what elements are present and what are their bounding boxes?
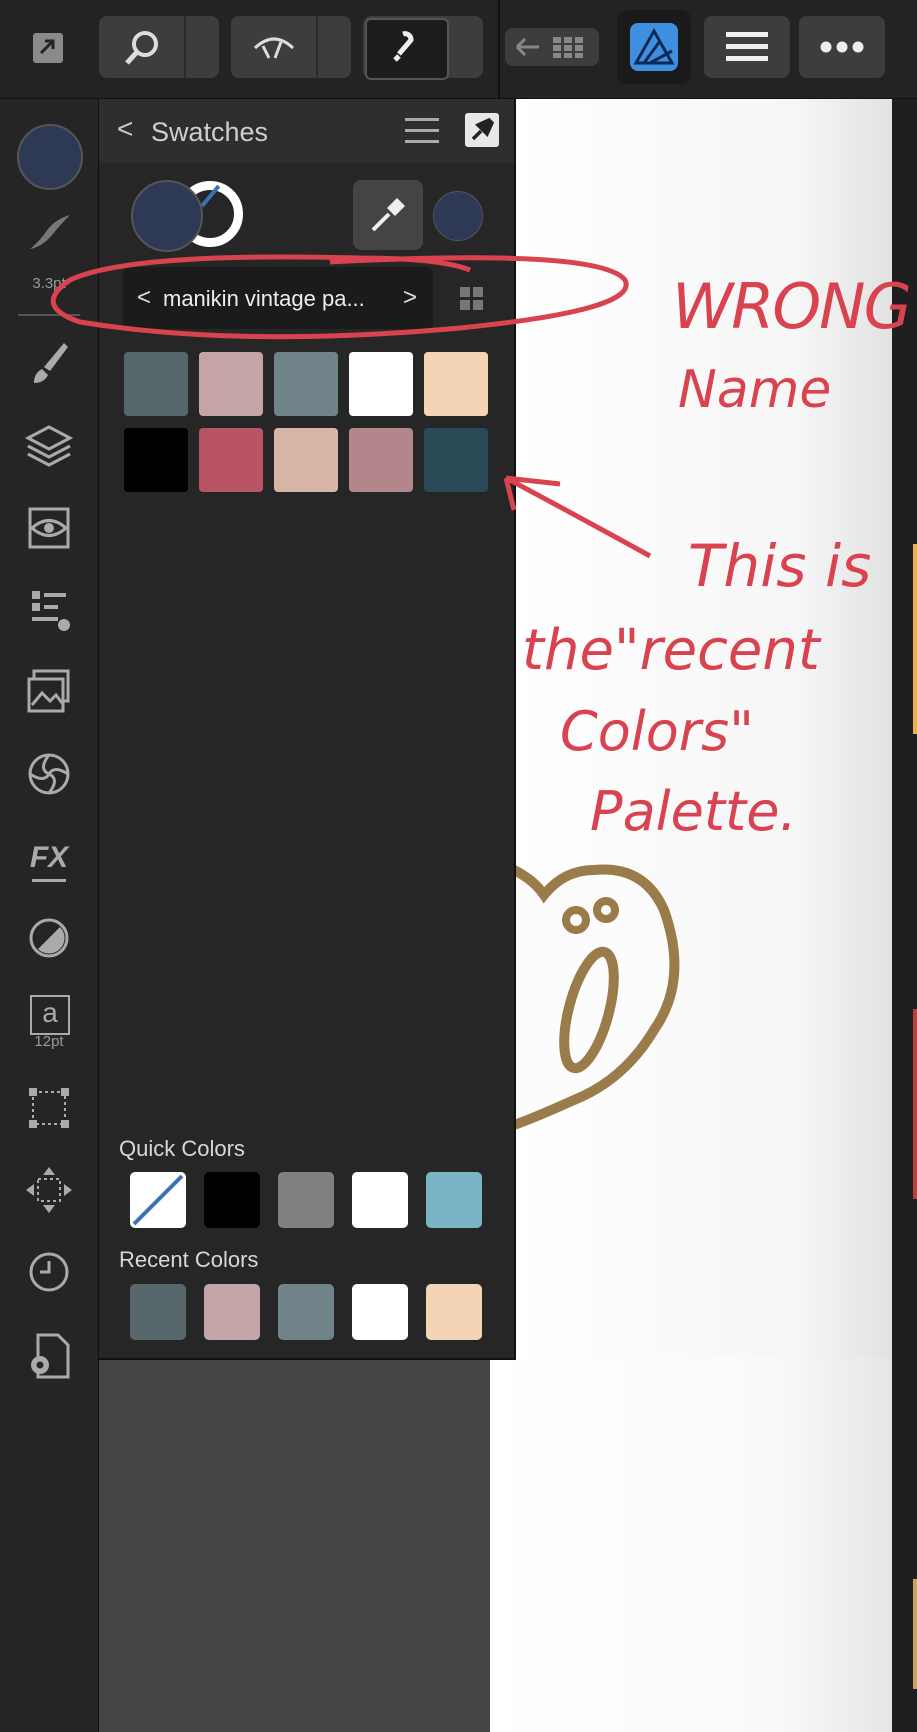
- zoom-button[interactable]: [99, 16, 219, 78]
- picked-color-preview: [433, 191, 483, 241]
- image-gallery-icon[interactable]: [24, 667, 74, 717]
- quick-color-swatch[interactable]: [352, 1172, 408, 1228]
- annotation-line-2: the"recent: [522, 618, 820, 683]
- move-icon[interactable]: [24, 1165, 74, 1215]
- quick-color-swatch[interactable]: [426, 1172, 482, 1228]
- palette-swatch[interactable]: [199, 428, 263, 492]
- affinity-app-icon: [630, 23, 678, 71]
- sketch-drawing: [514, 864, 680, 1130]
- view-mode-button[interactable]: [231, 16, 351, 78]
- right-edge-strip: [892, 99, 917, 1732]
- pin-icon: [471, 117, 495, 141]
- quick-color-swatch[interactable]: [204, 1172, 260, 1228]
- palette-swatch[interactable]: [424, 352, 488, 416]
- panel-menu-icon[interactable]: [405, 118, 439, 144]
- palette-swatch[interactable]: [199, 352, 263, 416]
- annotation-line-3: Colors": [560, 700, 754, 763]
- hamburger-menu-icon: [726, 32, 768, 61]
- document-settings-icon[interactable]: [24, 1331, 74, 1381]
- snapping-button[interactable]: [363, 16, 483, 80]
- annotation-wrong: WRONG: [672, 270, 912, 343]
- current-color-well[interactable]: [17, 124, 83, 190]
- fx-icon[interactable]: FX: [24, 839, 74, 889]
- back-button[interactable]: <: [117, 113, 133, 145]
- recent-color-swatch[interactable]: [204, 1284, 260, 1340]
- more-button[interactable]: [799, 16, 885, 78]
- recent-color-swatch[interactable]: [352, 1284, 408, 1340]
- palette-swatch[interactable]: [349, 352, 413, 416]
- view-mode-icon: [253, 37, 295, 59]
- hamburger-menu-button[interactable]: [704, 16, 790, 78]
- recent-color-swatch[interactable]: [130, 1284, 186, 1340]
- aperture-icon[interactable]: [24, 749, 74, 799]
- quick-colors-label: Quick Colors: [119, 1136, 245, 1161]
- palette-swatch[interactable]: [124, 352, 188, 416]
- history-clock-icon[interactable]: [24, 1247, 74, 1297]
- zoom-icon: [125, 31, 158, 65]
- palette-swatch[interactable]: [424, 428, 488, 492]
- palette-swatch[interactable]: [124, 428, 188, 492]
- transform-selection-icon[interactable]: [24, 1083, 74, 1133]
- recent-color-swatch[interactable]: [278, 1284, 334, 1340]
- layers-icon[interactable]: [24, 421, 74, 471]
- panel-title: Swatches: [151, 117, 269, 147]
- pasteboard: [99, 1358, 490, 1732]
- adjustments-eye-icon[interactable]: [24, 503, 74, 553]
- recent-color-swatch[interactable]: [426, 1284, 482, 1340]
- annotation-line-1: This is: [688, 532, 872, 600]
- recent-colors-label: Recent Colors: [119, 1247, 259, 1272]
- undo-grid-icon: [515, 37, 583, 58]
- text-tool-icon[interactable]: a: [30, 995, 70, 1035]
- properties-icon[interactable]: [24, 585, 74, 635]
- palette-swatch[interactable]: [349, 428, 413, 492]
- top-toolbar: [0, 0, 917, 99]
- annotation-name: Name: [678, 360, 832, 420]
- fx-label: FX: [29, 841, 69, 874]
- text-glyph: a: [42, 997, 58, 1028]
- quick-color-swatch[interactable]: [130, 1172, 186, 1228]
- more-icon: [820, 41, 864, 53]
- panel-header: < Swatches: [99, 99, 514, 163]
- snapping-magnet-icon: [393, 31, 414, 62]
- eyedropper-icon: [371, 198, 405, 232]
- quick-color-swatch[interactable]: [278, 1172, 334, 1228]
- annotation-ellipse: [50, 254, 629, 340]
- annotation-line-4: Palette.: [590, 780, 797, 843]
- undo-grid-button[interactable]: [505, 28, 599, 66]
- fullscreen-icon[interactable]: [33, 33, 63, 63]
- palette-swatch[interactable]: [274, 428, 338, 492]
- palette-swatch[interactable]: [274, 352, 338, 416]
- text-size-label: 12pt: [34, 1033, 64, 1050]
- color-contrast-icon[interactable]: [24, 913, 74, 963]
- annotation-arrow: [503, 475, 652, 559]
- affinity-app-button[interactable]: [617, 10, 691, 84]
- pin-button[interactable]: [465, 113, 499, 147]
